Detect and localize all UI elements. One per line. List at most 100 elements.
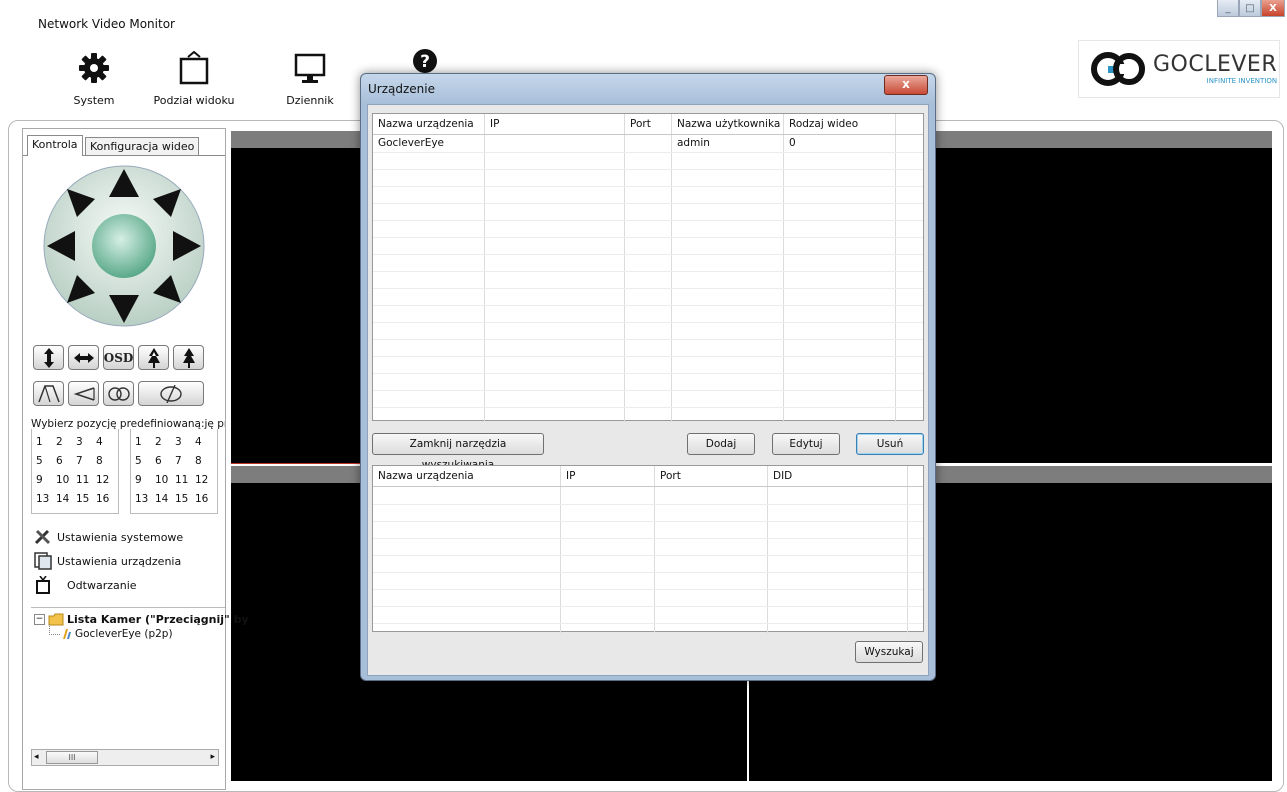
close-search-button[interactable]: Zamknij narzędzia wyszukiwania: [372, 433, 544, 471]
device-table-cell[interactable]: 0: [784, 135, 901, 152]
device-table-header-0[interactable]: Nazwa urządzenia: [373, 114, 485, 134]
preset-b-3[interactable]: 3: [175, 435, 195, 450]
search-table-header-1[interactable]: IP: [561, 466, 655, 486]
brightness-up-button[interactable]: [173, 345, 204, 370]
remove-button[interactable]: Usuń: [856, 433, 924, 455]
playback-link[interactable]: Odtwarzanie: [33, 575, 137, 595]
zoom-in-button[interactable]: [33, 381, 64, 406]
preset-b-9[interactable]: 9: [135, 473, 155, 488]
tree-root[interactable]: − Lista Kamer ("Przeciągnij" by: [34, 613, 249, 626]
search-table-header-3[interactable]: DID: [768, 466, 908, 486]
split-view-button[interactable]: Podział widoku: [148, 48, 240, 107]
device-table-row-line: [373, 407, 923, 408]
help-icon: ?: [413, 49, 437, 73]
preset-b-1[interactable]: 1: [135, 435, 155, 450]
preset-a-15[interactable]: 15: [76, 492, 96, 507]
svg-text:?: ?: [420, 52, 430, 72]
tree-icon: [182, 347, 195, 368]
close-window-button[interactable]: X: [1261, 0, 1285, 17]
preset-a-9[interactable]: 9: [36, 473, 56, 488]
search-table-row-line: [373, 623, 923, 624]
preset-b-13[interactable]: 13: [135, 492, 155, 507]
preset-a-4[interactable]: 4: [96, 435, 116, 450]
preset-a-5[interactable]: 5: [36, 454, 56, 469]
collapse-icon[interactable]: −: [34, 614, 45, 625]
preset-b-10[interactable]: 10: [155, 473, 175, 488]
device-dialog: Urządzenie x Nazwa urządzenia IP Port Nazwa…: [360, 73, 936, 681]
device-table-header-2[interactable]: Port: [625, 114, 672, 134]
search-table-header-border: [373, 486, 923, 487]
search-table-header-0[interactable]: Nazwa urządzenia: [373, 466, 561, 486]
device-settings-link[interactable]: Ustawienia urządzenia: [33, 551, 181, 571]
preset-a-11[interactable]: 11: [76, 473, 96, 488]
add-button[interactable]: Dodaj: [687, 433, 755, 455]
preset-b-8[interactable]: 8: [195, 454, 215, 469]
scroll-right-icon[interactable]: ▸: [210, 750, 215, 764]
preset-b-6[interactable]: 6: [155, 454, 175, 469]
tree-camera-item[interactable]: GocleverEye (p2p): [61, 628, 173, 640]
iris-icon: [160, 384, 182, 403]
search-button[interactable]: Wyszukaj: [855, 641, 923, 663]
preset-a-14[interactable]: 14: [56, 492, 76, 507]
device-table-header-4[interactable]: Rodzaj wideo: [784, 114, 896, 134]
preset-a-1[interactable]: 1: [36, 435, 56, 450]
search-table-header-2[interactable]: Port: [655, 466, 768, 486]
tab-video-config[interactable]: Konfiguracja wideo: [85, 137, 200, 156]
flip-vertical-button[interactable]: [33, 345, 64, 370]
osd-button[interactable]: OSD: [103, 345, 134, 370]
minimize-button[interactable]: _: [1217, 0, 1239, 17]
device-table-row-line: [373, 203, 923, 204]
preset-b-11[interactable]: 11: [175, 473, 195, 488]
device-table-row-line: [373, 390, 923, 391]
scroll-left-icon[interactable]: ◂: [34, 750, 39, 764]
preset-b-2[interactable]: 2: [155, 435, 175, 450]
preset-b-15[interactable]: 15: [175, 492, 195, 507]
device-table-row-line: [373, 271, 923, 272]
preset-a-3[interactable]: 3: [76, 435, 96, 450]
focus-button[interactable]: [103, 381, 134, 406]
system-settings-link[interactable]: Ustawienia systemowe: [33, 527, 183, 547]
search-table-row-line: [373, 521, 923, 522]
device-table-col-divider: [895, 114, 896, 422]
preset-a-12[interactable]: 12: [96, 473, 116, 488]
device-table-header-3[interactable]: Nazwa użytkownika: [672, 114, 784, 134]
preset-a-8[interactable]: 8: [96, 454, 116, 469]
device-table-header-1[interactable]: IP: [485, 114, 625, 134]
maximize-button[interactable]: □: [1239, 0, 1261, 17]
preset-b-5[interactable]: 5: [135, 454, 155, 469]
search-results-table[interactable]: Nazwa urządzenia IP Port DID: [372, 465, 924, 633]
preset-b-7[interactable]: 7: [175, 454, 195, 469]
log-button[interactable]: Dziennik: [282, 48, 338, 107]
device-table-col-divider: [484, 114, 485, 422]
dialog-body: Nazwa urządzenia IP Port Nazwa użytkownika R…: [367, 104, 929, 676]
device-table[interactable]: Nazwa urządzenia IP Port Nazwa użytkownika R…: [372, 113, 924, 422]
preset-b-12[interactable]: 12: [195, 473, 215, 488]
preset-a-13[interactable]: 13: [36, 492, 56, 507]
tree-scrollbar[interactable]: ◂ III ▸: [31, 749, 219, 766]
device-table-row-line: [373, 220, 923, 221]
zoom-out-button[interactable]: [68, 381, 99, 406]
preset-a-6[interactable]: 6: [56, 454, 76, 469]
dialog-close-button[interactable]: x: [884, 75, 928, 95]
monitor-icon: [282, 48, 338, 88]
preset-a-2[interactable]: 2: [56, 435, 76, 450]
ptz-control-pad[interactable]: [39, 161, 209, 331]
preset-a-10[interactable]: 10: [56, 473, 76, 488]
flip-horizontal-button[interactable]: [68, 345, 99, 370]
preset-a-16[interactable]: 16: [96, 492, 116, 507]
preset-b-16[interactable]: 16: [195, 492, 215, 507]
gear-icon: [66, 48, 122, 88]
device-table-cell[interactable]: admin: [672, 135, 789, 152]
system-button[interactable]: System: [66, 48, 122, 107]
iris-button[interactable]: [138, 381, 204, 406]
scroll-thumb[interactable]: III: [46, 751, 98, 764]
edit-button[interactable]: Edytuj: [772, 433, 840, 455]
device-table-cell[interactable]: GocleverEye: [373, 135, 490, 152]
preset-b-4[interactable]: 4: [195, 435, 215, 450]
camera-icon: [63, 629, 71, 639]
device-table-col-divider: [671, 114, 672, 422]
preset-a-7[interactable]: 7: [76, 454, 96, 469]
brightness-down-button[interactable]: [138, 345, 169, 370]
preset-b-14[interactable]: 14: [155, 492, 175, 507]
tab-control[interactable]: Kontrola: [27, 135, 83, 156]
